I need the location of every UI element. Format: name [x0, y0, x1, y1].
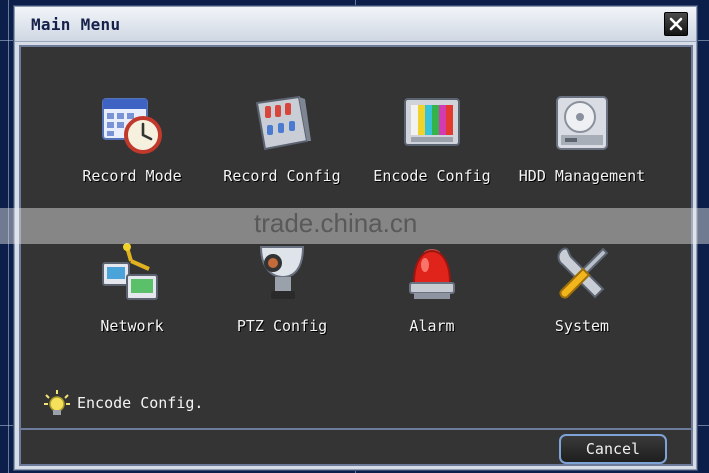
- alarm-siren-icon: [409, 249, 455, 299]
- menu-item-label: Encode Config: [373, 167, 491, 185]
- monitor-color-bars-icon: [404, 98, 460, 146]
- menu-item-hdd-management[interactable]: HDD Management: [507, 89, 657, 217]
- menu-item-label: HDD Management: [518, 167, 646, 185]
- menu-item-label: PTZ Config: [236, 317, 328, 335]
- menu-item-record-config[interactable]: Record Config: [207, 89, 357, 217]
- menu-item-ptz-config[interactable]: PTZ Config: [207, 239, 357, 367]
- window-title: Main Menu: [31, 15, 121, 34]
- ptz-camera-icon: [259, 246, 305, 299]
- calendar-clock-icon: [102, 98, 162, 154]
- cancel-button[interactable]: Cancel: [559, 434, 667, 464]
- menu-item-alarm[interactable]: Alarm: [357, 239, 507, 367]
- close-button[interactable]: [664, 12, 688, 36]
- menu-item-label: Record Mode: [82, 167, 182, 185]
- menu-item-system[interactable]: System: [507, 239, 657, 367]
- footer-bar: Cancel: [19, 430, 693, 466]
- menu-item-label: Network: [100, 317, 164, 335]
- tools-icon: [557, 247, 609, 299]
- title-bar: Main Menu: [15, 7, 696, 42]
- menu-item-encode-config[interactable]: Encode Config: [357, 89, 507, 217]
- close-icon: [669, 17, 683, 31]
- menu-item-label: System: [554, 317, 610, 335]
- menu-item-label: Record Config: [223, 167, 341, 185]
- hard-drive-icon: [556, 96, 608, 150]
- menu-item-label: Alarm: [409, 317, 455, 335]
- status-hint: Encode Config.: [43, 389, 203, 417]
- lightbulb-icon: [44, 390, 70, 415]
- status-text: Encode Config.: [77, 394, 204, 412]
- menu-item-network[interactable]: Network: [57, 239, 207, 367]
- menu-item-record-mode[interactable]: Record Mode: [57, 89, 207, 217]
- control-panel-icon: [255, 95, 311, 151]
- watermark: trade.china.cn: [254, 208, 418, 238]
- network-computers-icon: [102, 243, 158, 300]
